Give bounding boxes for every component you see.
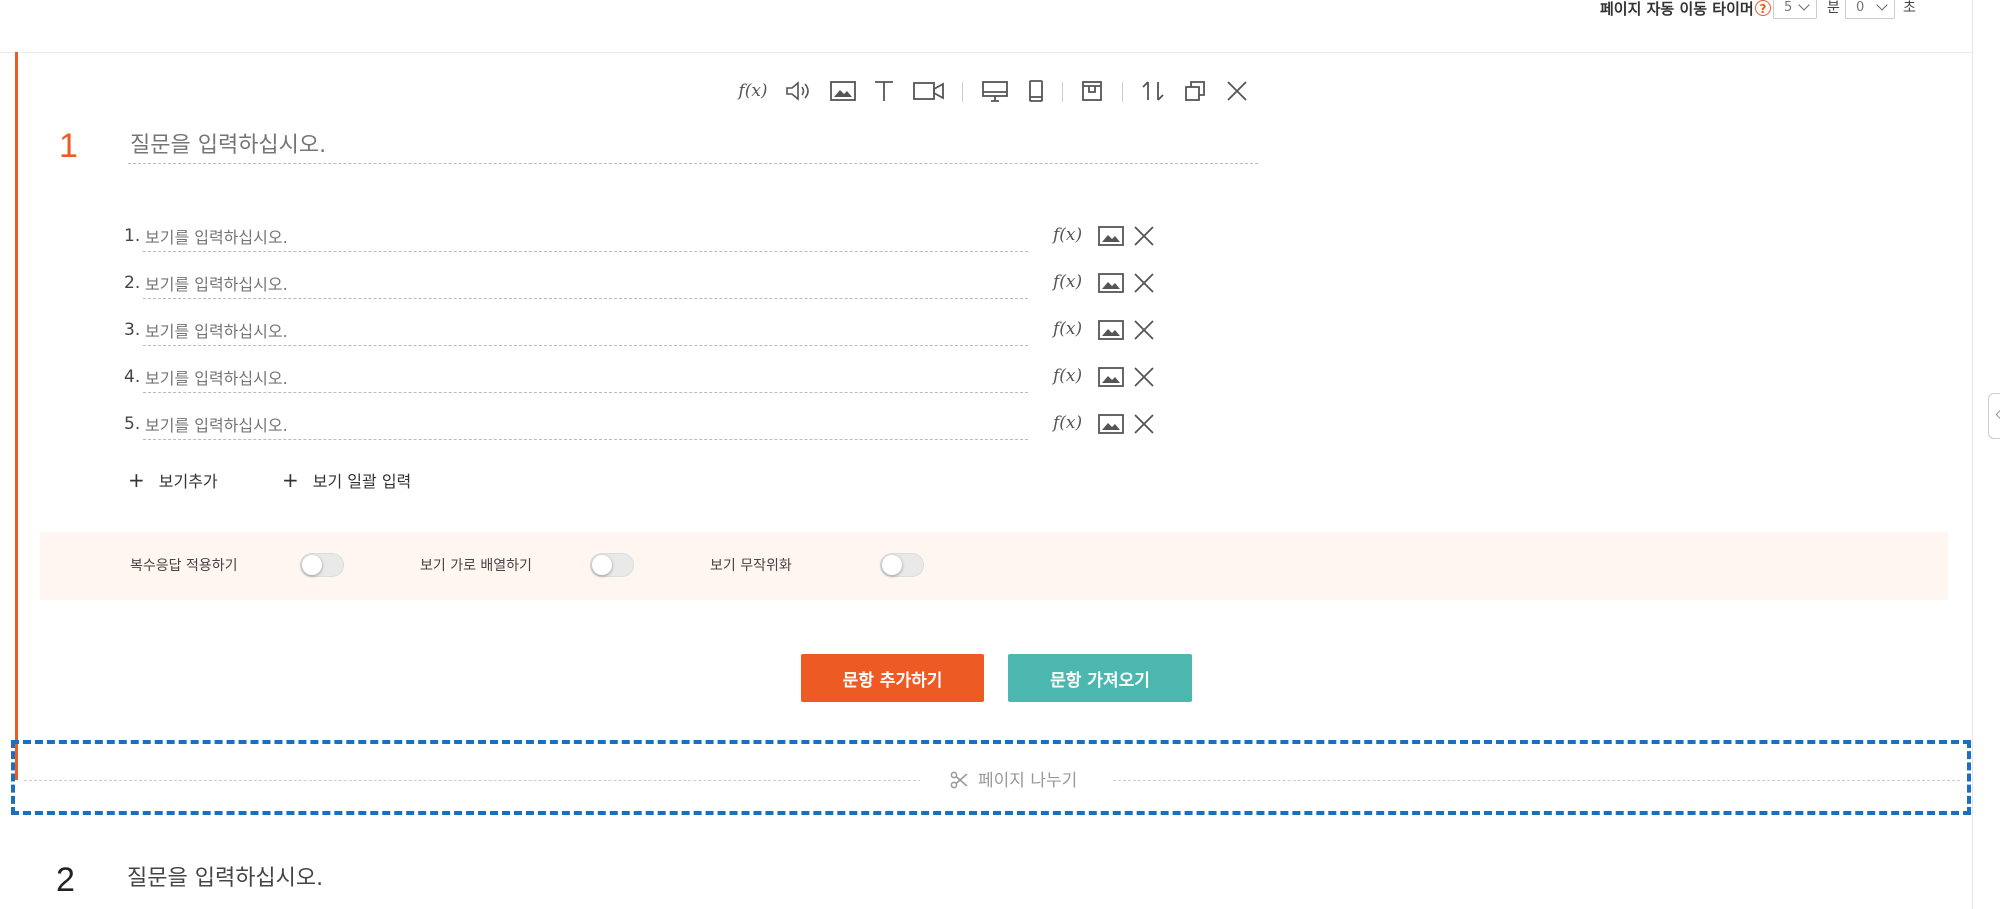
add-question-button[interactable]: 문항 추가하기	[801, 654, 984, 702]
multi-answer-toggle[interactable]	[300, 553, 344, 577]
image-icon[interactable]	[828, 78, 858, 104]
option-number: 3.	[124, 320, 141, 340]
page-box-icon[interactable]	[1080, 78, 1104, 104]
help-icon[interactable]: ?	[1755, 0, 1771, 16]
toggle-knob	[882, 555, 902, 575]
timer-seconds-unit: 초	[1903, 0, 1916, 16]
option-number: 5.	[124, 414, 141, 434]
bulk-option-label: 보기 일괄 입력	[312, 472, 412, 491]
multi-answer-label: 복수응답 적용하기	[130, 558, 238, 574]
text-icon[interactable]	[872, 78, 896, 104]
option-delete-icon[interactable]	[1133, 366, 1155, 388]
toolbar-separator	[962, 82, 963, 102]
timer-seconds-select[interactable]: 0	[1845, 0, 1895, 19]
option-image-icon[interactable]	[1098, 319, 1124, 341]
option-image-icon[interactable]	[1098, 413, 1124, 435]
audio-icon[interactable]	[783, 78, 815, 104]
plus-icon: +	[282, 468, 299, 492]
option-input[interactable]	[143, 365, 1028, 393]
active-question-accent	[15, 52, 18, 780]
formula-icon[interactable]: f(x)	[735, 78, 771, 104]
sort-icon[interactable]	[1140, 78, 1166, 104]
option-image-icon[interactable]	[1098, 272, 1124, 294]
highlight-box	[11, 740, 1971, 815]
option-image-icon[interactable]	[1098, 366, 1124, 388]
option-number: 2.	[124, 273, 141, 293]
option-formula-icon[interactable]: f(x)	[1053, 366, 1082, 386]
option-delete-icon[interactable]	[1133, 319, 1155, 341]
question-number: 2	[56, 861, 75, 899]
option-delete-icon[interactable]	[1133, 413, 1155, 435]
randomize-label: 보기 무작위화	[710, 558, 792, 574]
timer-minutes-select[interactable]: 5	[1773, 0, 1817, 19]
toolbar-separator	[1122, 82, 1123, 102]
toggle-knob	[592, 555, 612, 575]
option-input[interactable]	[143, 271, 1028, 299]
option-formula-icon[interactable]: f(x)	[1053, 225, 1082, 245]
mobile-icon[interactable]	[1026, 78, 1046, 104]
question-title[interactable]: 질문을 입력하십시오.	[127, 864, 323, 894]
close-icon[interactable]	[1224, 78, 1250, 104]
option-delete-icon[interactable]	[1133, 225, 1155, 247]
horizontal-layout-label: 보기 가로 배열하기	[420, 558, 532, 574]
option-formula-icon[interactable]: f(x)	[1053, 272, 1082, 292]
chevron-down-icon	[1876, 0, 1888, 11]
add-option-label: 보기추가	[158, 472, 218, 491]
content-right-border	[1972, 0, 1973, 909]
horizontal-layout-toggle[interactable]	[590, 553, 634, 577]
option-input[interactable]	[143, 224, 1028, 252]
video-icon[interactable]	[912, 78, 946, 104]
option-number: 4.	[124, 367, 141, 387]
copy-icon[interactable]	[1182, 78, 1208, 104]
option-formula-icon[interactable]: f(x)	[1053, 319, 1082, 339]
toolbar-separator	[1062, 82, 1063, 102]
timer-minutes-value: 5	[1784, 0, 1793, 15]
desktop-icon[interactable]	[980, 78, 1010, 104]
timer-seconds-value: 0	[1856, 0, 1865, 15]
option-image-icon[interactable]	[1098, 225, 1124, 247]
page-timer-label: 페이지 자동 이동 타이머	[1600, 0, 1754, 18]
option-formula-icon[interactable]: f(x)	[1053, 413, 1082, 433]
option-delete-icon[interactable]	[1133, 272, 1155, 294]
randomize-toggle[interactable]	[880, 553, 924, 577]
bulk-option-button[interactable]: + 보기 일괄 입력	[282, 468, 411, 492]
toggle-knob	[302, 555, 322, 575]
add-option-button[interactable]: + 보기추가	[128, 468, 218, 492]
plus-icon: +	[128, 468, 145, 492]
question-title-input[interactable]	[128, 128, 1258, 164]
import-question-button[interactable]: 문항 가져오기	[1008, 654, 1192, 702]
question-number: 1	[59, 127, 78, 165]
option-input[interactable]	[143, 318, 1028, 346]
side-panel-toggle[interactable]	[1988, 393, 2000, 439]
option-input[interactable]	[143, 412, 1028, 440]
chevron-down-icon	[1798, 0, 1810, 11]
option-number: 1.	[124, 226, 141, 246]
timer-minutes-unit: 분	[1827, 0, 1840, 16]
